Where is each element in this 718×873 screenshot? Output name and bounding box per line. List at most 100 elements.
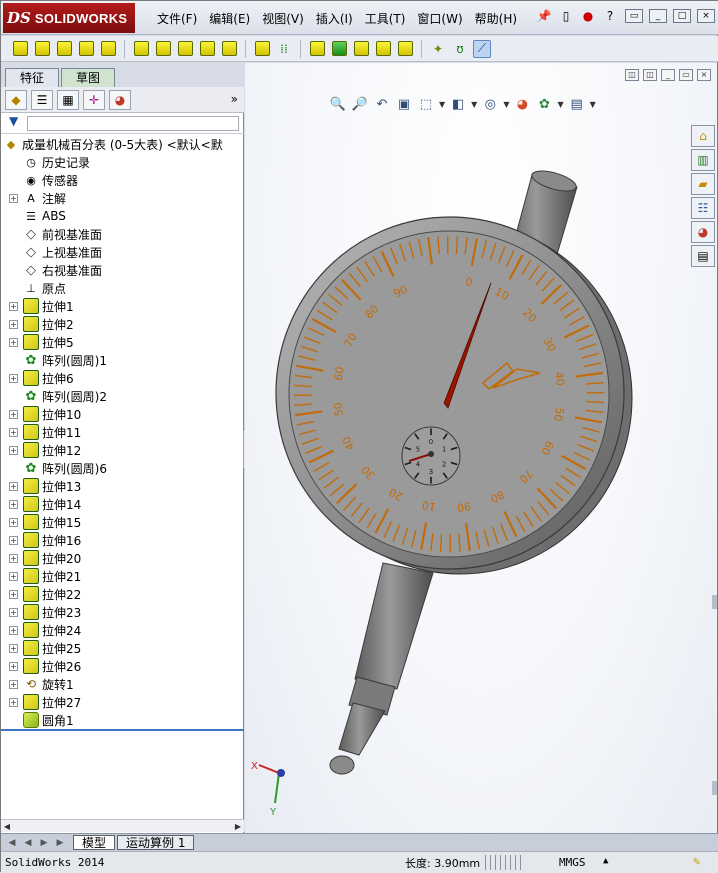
more-tabs-icon[interactable]: » xyxy=(231,92,238,106)
expand-icon[interactable]: + xyxy=(9,536,18,545)
expand-icon[interactable]: + xyxy=(9,446,18,455)
fillet-icon[interactable] xyxy=(253,40,271,58)
expand-icon[interactable]: + xyxy=(9,554,18,563)
tree-item[interactable]: ☰ABS xyxy=(23,207,66,225)
scroll-right-icon[interactable]: ▶ xyxy=(232,821,244,832)
tree-item[interactable]: ◉传感器 xyxy=(23,171,78,189)
property-manager-icon[interactable]: ☰ xyxy=(31,90,53,110)
tree-item[interactable]: +拉伸22 xyxy=(23,585,81,603)
tree-item[interactable]: +拉伸11 xyxy=(23,423,81,441)
tree-item[interactable]: 圆角1 xyxy=(23,711,74,729)
tree-item[interactable]: ✿阵列(圆周)1 xyxy=(23,351,107,369)
first-tab-icon[interactable]: ◀ xyxy=(5,837,19,849)
tree-item[interactable]: +拉伸10 xyxy=(23,405,81,423)
instant3d-icon[interactable]: ⟋ xyxy=(473,40,491,58)
display-manager-icon[interactable]: ◕ xyxy=(109,90,131,110)
expand-icon[interactable]: + xyxy=(9,338,18,347)
extrude-boss-icon[interactable] xyxy=(11,40,29,58)
expand-icon[interactable]: + xyxy=(9,482,18,491)
tree-item[interactable]: +拉伸12 xyxy=(23,441,81,459)
expand-icon[interactable]: + xyxy=(9,320,18,329)
menu-window[interactable]: 窗口(W) xyxy=(411,11,468,27)
traffic-light-icon[interactable]: ● xyxy=(579,7,597,25)
units-selector[interactable]: MMGS xyxy=(559,856,586,869)
dimxpert-manager-icon[interactable]: ✛ xyxy=(83,90,105,110)
menu-file[interactable]: 文件(F) xyxy=(151,11,203,27)
tree-item[interactable]: ◇右视基准面 xyxy=(23,261,102,279)
expand-icon[interactable]: + xyxy=(9,428,18,437)
expand-icon[interactable]: + xyxy=(9,608,18,617)
help-icon[interactable]: ? xyxy=(601,7,619,25)
expand-icon[interactable]: + xyxy=(9,374,18,383)
tab-motion-study[interactable]: 运动算例 1 xyxy=(117,835,194,850)
tab-sketch[interactable]: 草图 xyxy=(61,68,115,87)
shell-icon[interactable] xyxy=(352,40,370,58)
filter-icon[interactable]: ▼ xyxy=(9,114,18,128)
expand-icon[interactable]: + xyxy=(9,680,18,689)
tree-item[interactable]: +拉伸6 xyxy=(23,369,74,387)
units-arrow-icon[interactable]: ▲ xyxy=(603,856,608,866)
expand-icon[interactable]: + xyxy=(9,410,18,419)
expand-icon[interactable]: + xyxy=(9,500,18,509)
revolve-cut-icon[interactable] xyxy=(154,40,172,58)
horizontal-scrollbar[interactable]: ◀ ▶ xyxy=(1,819,244,832)
loft-icon[interactable] xyxy=(77,40,95,58)
rib-icon[interactable] xyxy=(308,40,326,58)
wrap-icon[interactable] xyxy=(374,40,392,58)
expand-icon[interactable]: + xyxy=(9,698,18,707)
filter-input[interactable] xyxy=(27,116,239,131)
linear-pattern-icon[interactable]: ⁞⁞ xyxy=(275,40,293,58)
maximize-button[interactable]: □ xyxy=(673,9,691,23)
extrude-cut-icon[interactable] xyxy=(132,40,150,58)
expand-icon[interactable]: + xyxy=(9,518,18,527)
tree-item[interactable]: +拉伸25 xyxy=(23,639,81,657)
tree-item[interactable]: ◷历史记录 xyxy=(23,153,90,171)
expand-icon[interactable]: + xyxy=(9,572,18,581)
last-tab-icon[interactable]: ▶ xyxy=(53,837,67,849)
swept-cut-icon[interactable] xyxy=(176,40,194,58)
mirror-icon[interactable] xyxy=(396,40,414,58)
close-button[interactable]: × xyxy=(697,9,715,23)
tree-item[interactable]: +拉伸13 xyxy=(23,477,81,495)
restore-button[interactable]: ▭ xyxy=(625,9,643,23)
revolve-boss-icon[interactable] xyxy=(33,40,51,58)
feature-manager-icon[interactable]: ◆ xyxy=(5,90,27,110)
tree-item[interactable]: ✿阵列(圆周)6 xyxy=(23,459,107,477)
solidworks-logo[interactable]: DS SOLIDWORKS xyxy=(3,3,135,33)
tree-item[interactable]: +拉伸16 xyxy=(23,531,81,549)
tab-features[interactable]: 特征 xyxy=(5,68,59,87)
tree-item[interactable]: +拉伸26 xyxy=(23,657,81,675)
dial-indicator-model[interactable]: 0102030405060708090102030405060708090 01… xyxy=(245,63,717,833)
sweep-icon[interactable] xyxy=(55,40,73,58)
tree-item[interactable]: +拉伸1 xyxy=(23,297,74,315)
curves-icon[interactable]: ʊ xyxy=(451,40,469,58)
expand-icon[interactable]: + xyxy=(9,302,18,311)
tree-item[interactable]: +拉伸2 xyxy=(23,315,74,333)
boundary-icon[interactable] xyxy=(99,40,117,58)
configuration-manager-icon[interactable]: ▦ xyxy=(57,90,79,110)
tree-root[interactable]: ◆ 成量机械百分表 (0-5大表) <默认<默 xyxy=(3,135,223,153)
expand-icon[interactable]: + xyxy=(9,626,18,635)
menu-help[interactable]: 帮助(H) xyxy=(469,11,523,27)
menu-edit[interactable]: 编辑(E) xyxy=(203,11,256,27)
next-tab-icon[interactable]: ▶ xyxy=(37,837,51,849)
minimize-button[interactable]: _ xyxy=(649,9,667,23)
expand-icon[interactable]: + xyxy=(9,662,18,671)
lofted-cut-icon[interactable] xyxy=(198,40,216,58)
tree-item[interactable]: +拉伸5 xyxy=(23,333,74,351)
tree-item[interactable]: +拉伸27 xyxy=(23,693,81,711)
tree-item[interactable]: ◇上视基准面 xyxy=(23,243,102,261)
tree-item[interactable]: +拉伸23 xyxy=(23,603,81,621)
menu-insert[interactable]: 插入(I) xyxy=(310,11,359,27)
quick-tips-icon[interactable]: ✎ xyxy=(693,854,709,870)
tab-model[interactable]: 模型 xyxy=(73,835,115,850)
menu-view[interactable]: 视图(V) xyxy=(256,11,310,27)
pin-icon[interactable]: 📌 xyxy=(535,7,553,25)
expand-icon[interactable]: + xyxy=(9,590,18,599)
graphics-area[interactable]: ◫ ◫ _ ▭ × 🔍 🔎 ↶ ▣ ⬚ ▼ ◧ ▼ ◎ ▼ ◕ ✿ ▼ ▤ ▼ … xyxy=(245,63,717,833)
tree-item[interactable]: ⊥原点 xyxy=(23,279,66,297)
tree-item[interactable]: +拉伸21 xyxy=(23,567,81,585)
scroll-left-icon[interactable]: ◀ xyxy=(1,821,13,832)
draft-icon[interactable] xyxy=(330,40,348,58)
tree-item[interactable]: +拉伸24 xyxy=(23,621,81,639)
